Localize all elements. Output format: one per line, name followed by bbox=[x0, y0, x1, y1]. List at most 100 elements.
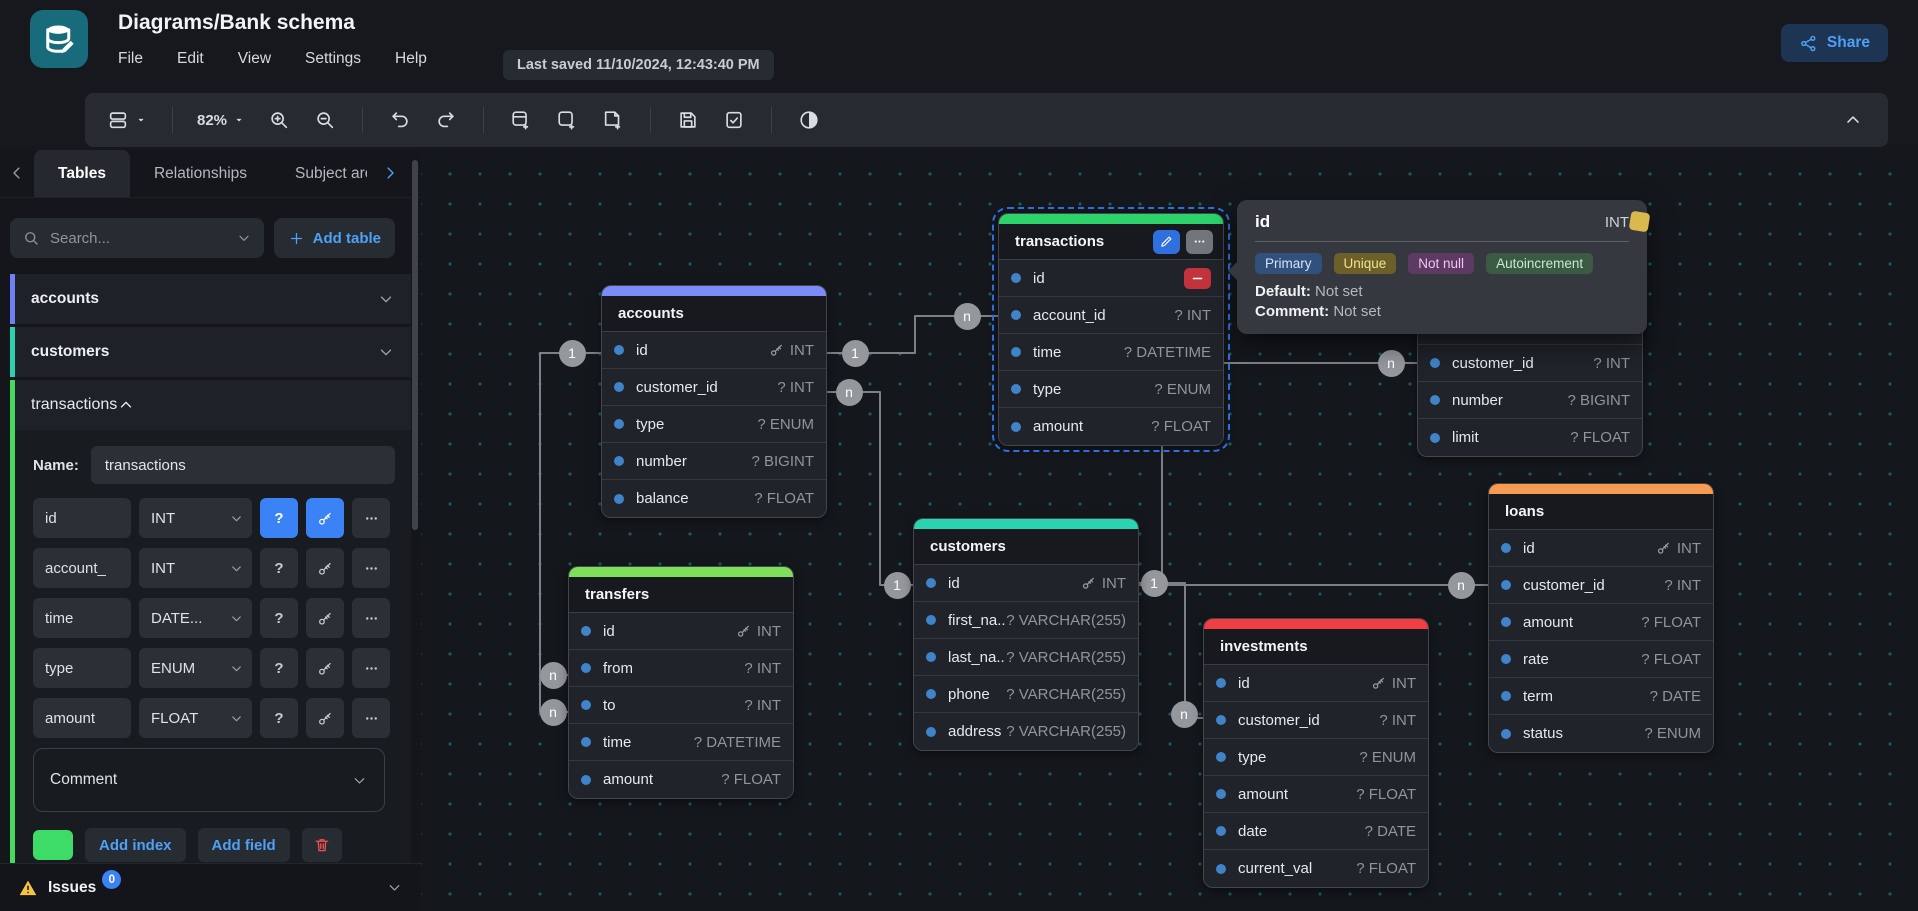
canvas-table-investments[interactable]: investmentsidINTcustomer_id? INTtype? EN… bbox=[1203, 618, 1429, 888]
canvas-table-accounts[interactable]: accountsidINTcustomer_id? INTtype? ENUMn… bbox=[601, 285, 827, 518]
field-type-select[interactable]: INT bbox=[139, 498, 252, 538]
table-row-amount[interactable]: amount? FLOAT bbox=[569, 761, 793, 798]
field-type-select[interactable]: INT bbox=[139, 548, 252, 588]
table-header[interactable]: transfers bbox=[569, 577, 793, 613]
table-row-first_na...[interactable]: first_na...? VARCHAR(255) bbox=[914, 602, 1138, 639]
relationship-line[interactable] bbox=[1140, 583, 1203, 718]
add-table-button[interactable] bbox=[502, 101, 540, 139]
table-row-time[interactable]: time? DATETIME bbox=[569, 724, 793, 761]
table-row-amount[interactable]: amount? FLOAT bbox=[1489, 604, 1713, 641]
table-row-id[interactable]: id bbox=[999, 260, 1223, 297]
nullable-toggle[interactable]: ? bbox=[260, 698, 298, 738]
edit-table-button[interactable] bbox=[1153, 230, 1180, 254]
table-row-customer_id[interactable]: customer_id? INT bbox=[1418, 345, 1642, 382]
field-type-select[interactable]: ENUM bbox=[139, 648, 252, 688]
toolbar-collapse-button[interactable] bbox=[1834, 101, 1872, 139]
field-type-select[interactable]: DATE... bbox=[139, 598, 252, 638]
primary-key-toggle[interactable] bbox=[306, 548, 344, 588]
table-row-id[interactable]: idINT bbox=[914, 565, 1138, 602]
table-row-time[interactable]: time? DATETIME bbox=[999, 334, 1223, 371]
table-row-customer_id[interactable]: customer_id? INT bbox=[1204, 702, 1428, 739]
table-row-customer_id[interactable]: customer_id? INT bbox=[1489, 567, 1713, 604]
table-row-rate[interactable]: rate? FLOAT bbox=[1489, 641, 1713, 678]
sidebar-table-customers[interactable]: customers bbox=[10, 327, 411, 377]
add-table-button[interactable]: Add table bbox=[274, 218, 395, 258]
share-button[interactable]: Share bbox=[1781, 24, 1888, 62]
primary-key-toggle[interactable] bbox=[306, 648, 344, 688]
chevron-down-icon[interactable] bbox=[377, 343, 395, 361]
field-name-input[interactable]: type bbox=[33, 648, 131, 688]
field-name-input[interactable]: id bbox=[33, 498, 131, 538]
nullable-toggle[interactable]: ? bbox=[260, 498, 298, 538]
chevron-down-icon[interactable] bbox=[386, 879, 403, 896]
undo-button[interactable] bbox=[381, 101, 419, 139]
table-row-phone[interactable]: phone? VARCHAR(255) bbox=[914, 676, 1138, 713]
delete-table-button[interactable] bbox=[302, 828, 342, 862]
table-row-from[interactable]: from? INT bbox=[569, 650, 793, 687]
menu-item-help[interactable]: Help bbox=[395, 50, 427, 68]
nullable-toggle[interactable]: ? bbox=[260, 598, 298, 638]
table-row-last_na...[interactable]: last_na...? VARCHAR(255) bbox=[914, 639, 1138, 676]
table-header[interactable]: transactions bbox=[999, 224, 1223, 260]
sidebar-scrollbar[interactable] bbox=[412, 160, 418, 530]
redo-button[interactable] bbox=[427, 101, 465, 139]
primary-key-toggle[interactable] bbox=[306, 698, 344, 738]
chevron-down-icon[interactable] bbox=[236, 230, 252, 246]
primary-key-toggle[interactable] bbox=[306, 498, 344, 538]
add-index-button[interactable]: Add index bbox=[85, 828, 186, 862]
search-input[interactable]: Search... bbox=[10, 218, 264, 258]
table-row-id[interactable]: idINT bbox=[569, 613, 793, 650]
chevron-down-icon[interactable] bbox=[377, 290, 395, 308]
table-row-amount[interactable]: amount? FLOAT bbox=[1204, 776, 1428, 813]
nullable-toggle[interactable]: ? bbox=[260, 548, 298, 588]
table-row-status[interactable]: status? ENUM bbox=[1489, 715, 1713, 752]
table-header[interactable]: loans bbox=[1489, 494, 1713, 530]
table-color-swatch[interactable] bbox=[33, 830, 73, 860]
comment-collapsible[interactable]: Comment bbox=[33, 748, 385, 812]
add-area-button[interactable] bbox=[548, 101, 586, 139]
menu-item-view[interactable]: View bbox=[238, 50, 271, 68]
add-note-button[interactable] bbox=[594, 101, 632, 139]
field-options-button[interactable] bbox=[352, 498, 390, 538]
table-row-type[interactable]: type? ENUM bbox=[1204, 739, 1428, 776]
tab-relationships[interactable]: Relationships bbox=[130, 150, 271, 197]
primary-key-toggle[interactable] bbox=[306, 598, 344, 638]
table-row-term[interactable]: term? DATE bbox=[1489, 678, 1713, 715]
table-header[interactable]: accounts bbox=[602, 296, 826, 332]
field-name-input[interactable]: amount bbox=[33, 698, 131, 738]
field-options-button[interactable] bbox=[352, 598, 390, 638]
sidebar-table-transactions[interactable]: transactions bbox=[15, 380, 411, 430]
nullable-toggle[interactable]: ? bbox=[260, 648, 298, 688]
table-options-button[interactable] bbox=[1186, 230, 1213, 254]
todo-button[interactable] bbox=[715, 101, 753, 139]
canvas-table-customers[interactable]: customersidINTfirst_na...? VARCHAR(255)l… bbox=[913, 518, 1139, 751]
table-row-current_val[interactable]: current_val? FLOAT bbox=[1204, 850, 1428, 887]
canvas-table-transfers[interactable]: transfersidINTfrom? INTto? INTtime? DATE… bbox=[568, 566, 794, 799]
table-row-id[interactable]: idINT bbox=[602, 332, 826, 369]
chevron-left-icon[interactable] bbox=[8, 164, 26, 182]
table-header[interactable]: investments bbox=[1204, 629, 1428, 665]
field-name-input[interactable]: time bbox=[33, 598, 131, 638]
tab-subject-areas[interactable]: Subject areas bbox=[271, 150, 367, 197]
sidebar-table-accounts[interactable]: accounts bbox=[10, 274, 411, 324]
table-row-id[interactable]: idINT bbox=[1489, 530, 1713, 567]
add-field-button[interactable]: Add field bbox=[198, 828, 290, 862]
table-row-type[interactable]: type? ENUM bbox=[602, 406, 826, 443]
issues-bar[interactable]: Issues 0 bbox=[0, 863, 421, 911]
table-row-amount[interactable]: amount? FLOAT bbox=[999, 408, 1223, 445]
canvas-table-transactions[interactable]: transactionsidaccount_id? INTtime? DATET… bbox=[998, 213, 1224, 446]
layout-menu-button[interactable] bbox=[101, 109, 154, 131]
table-row-number[interactable]: number? BIGINT bbox=[602, 443, 826, 480]
table-row-number[interactable]: number? BIGINT bbox=[1418, 382, 1642, 419]
chevron-right-icon[interactable] bbox=[381, 164, 399, 182]
field-options-button[interactable] bbox=[352, 648, 390, 688]
zoom-level-select[interactable]: 82% bbox=[191, 112, 252, 129]
zoom-out-button[interactable] bbox=[306, 101, 344, 139]
table-header[interactable]: customers bbox=[914, 529, 1138, 565]
table-row-account_id[interactable]: account_id? INT bbox=[999, 297, 1223, 334]
delete-field-button[interactable] bbox=[1184, 268, 1211, 289]
table-row-type[interactable]: type? ENUM bbox=[999, 371, 1223, 408]
field-type-select[interactable]: FLOAT bbox=[139, 698, 252, 738]
table-name-input[interactable] bbox=[91, 446, 395, 484]
relationship-line[interactable] bbox=[827, 392, 913, 585]
